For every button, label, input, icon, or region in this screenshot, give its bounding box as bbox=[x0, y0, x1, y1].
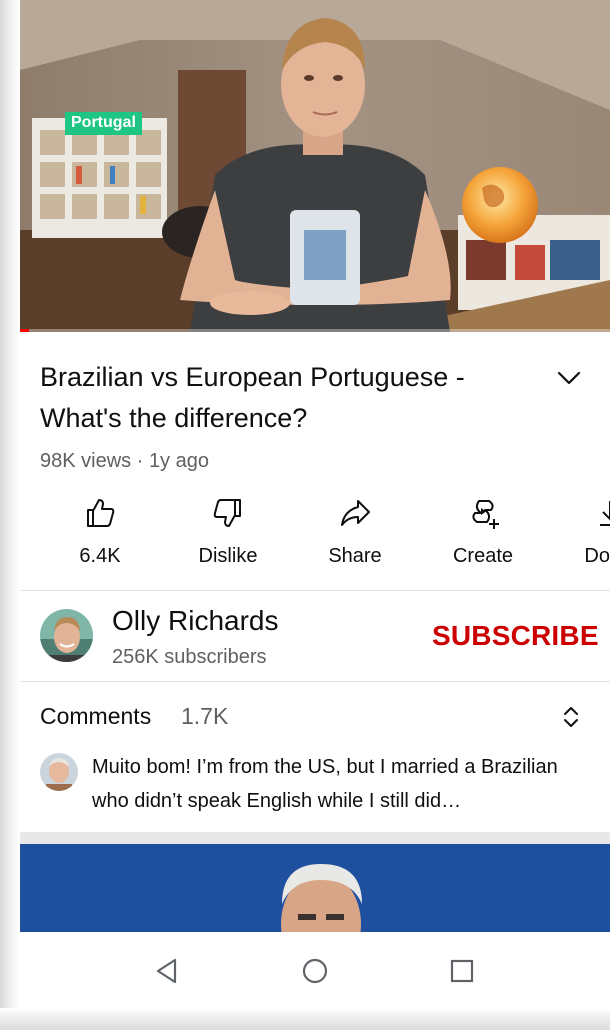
top-comment-text: Muito bom! I’m from the US, but I marrie… bbox=[92, 756, 558, 812]
video-meta: 98K views · 1y ago bbox=[40, 450, 209, 473]
screen-bottom-edge bbox=[0, 1008, 610, 1030]
phone-screen: Portugal Brazilian vs European Portugues… bbox=[0, 0, 610, 1030]
next-video-thumbnail[interactable] bbox=[20, 844, 610, 932]
share-icon bbox=[341, 500, 370, 526]
video-title[interactable]: Brazilian vs European Portuguese - What'… bbox=[40, 357, 540, 439]
commenter-avatar-image bbox=[40, 753, 78, 791]
screen-edge-shadow bbox=[0, 0, 20, 1030]
section-separator bbox=[20, 832, 610, 844]
like-count: 6.4K bbox=[79, 545, 121, 567]
download-icon bbox=[600, 501, 610, 526]
video-player[interactable]: Portugal bbox=[20, 0, 610, 332]
create-icon bbox=[472, 500, 499, 529]
channel-avatar[interactable] bbox=[40, 609, 93, 662]
create-button[interactable]: Create bbox=[423, 495, 543, 568]
video-progress-track[interactable] bbox=[20, 329, 610, 332]
home-circle-icon[interactable] bbox=[300, 956, 330, 986]
next-video-image bbox=[20, 844, 610, 932]
channel-avatar-image bbox=[40, 609, 93, 662]
action-bar: 6.4K Dislike Share Create Do bbox=[20, 495, 610, 580]
create-label: Create bbox=[452, 545, 514, 567]
like-button[interactable]: 6.4K bbox=[40, 495, 160, 568]
video-progress-fill bbox=[20, 329, 29, 332]
divider bbox=[20, 590, 610, 591]
view-count: 98K views bbox=[40, 450, 132, 472]
share-label: Share bbox=[328, 545, 382, 567]
youtube-watch-page: Portugal Brazilian vs European Portugues… bbox=[20, 0, 610, 1010]
dislike-button[interactable]: Dislike bbox=[168, 495, 288, 568]
video-frame bbox=[20, 0, 610, 332]
back-triangle-icon[interactable] bbox=[153, 956, 183, 986]
chevron-down-icon[interactable] bbox=[556, 367, 582, 389]
commenter-avatar bbox=[40, 753, 78, 791]
comments-title: Comments bbox=[40, 703, 152, 729]
share-button[interactable]: Share bbox=[295, 495, 415, 568]
meta-separator: · bbox=[131, 450, 149, 472]
expand-collapse-icon[interactable] bbox=[560, 703, 582, 731]
divider bbox=[20, 681, 610, 682]
video-overlay-tag: Portugal bbox=[65, 112, 142, 135]
download-label: Down bbox=[584, 545, 610, 567]
system-nav-bar bbox=[20, 932, 610, 1010]
subscriber-count: 256K subscribers bbox=[112, 646, 267, 668]
download-button[interactable]: Down bbox=[550, 495, 610, 568]
recents-square-icon[interactable] bbox=[447, 956, 477, 986]
channel-name[interactable]: Olly Richards bbox=[112, 605, 278, 637]
comments-count: 1.7K bbox=[181, 703, 229, 729]
upload-age: 1y ago bbox=[148, 450, 209, 472]
thumbs-down-icon bbox=[213, 499, 241, 527]
thumbs-up-icon bbox=[87, 499, 115, 527]
dislike-label: Dislike bbox=[198, 545, 258, 567]
subscribe-button[interactable]: SUBSCRIBE bbox=[432, 620, 599, 652]
